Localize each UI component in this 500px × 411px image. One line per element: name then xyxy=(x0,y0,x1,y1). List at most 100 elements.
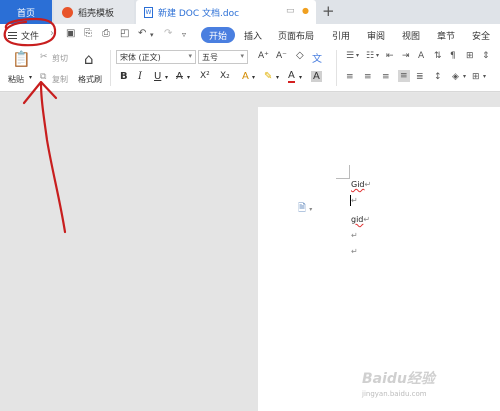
tab-bar: 首页 稻壳模板 W 新建 DOC 文档.doc ▭ ● + xyxy=(0,0,500,24)
copy-label[interactable]: 复制 xyxy=(52,74,68,85)
export-pdf-icon[interactable]: ⎘ xyxy=(84,28,92,39)
watermark-brand: Baidu经验 xyxy=(362,371,435,387)
strikethrough-dropdown-icon[interactable]: ▾ xyxy=(187,74,190,81)
font-color-button[interactable]: A xyxy=(288,71,295,83)
table-icon[interactable]: ⊞ xyxy=(466,51,474,61)
redo-icon[interactable]: ↷ xyxy=(164,28,172,39)
doc-line-4[interactable]: ↵ xyxy=(351,231,358,240)
subscript-button[interactable]: X₂ xyxy=(220,71,230,81)
file-menu-label: 文件 xyxy=(21,31,40,42)
paste-dropdown-icon[interactable]: ▾ xyxy=(29,74,32,81)
font-name-select[interactable]: 宋体 (正文) ▾ xyxy=(116,50,196,64)
strikethrough-button[interactable]: A xyxy=(176,71,183,82)
tab-home[interactable]: 首页 xyxy=(0,0,52,24)
paragraph-spacing-icon[interactable]: ↕ xyxy=(434,72,442,82)
align-center-icon[interactable]: ≡ xyxy=(364,72,372,82)
paste-icon[interactable]: 📋 xyxy=(12,50,31,68)
doc-line-2[interactable]: ↵ xyxy=(351,196,358,205)
tab-document[interactable]: W 新建 DOC 文档.doc ▭ ● xyxy=(136,0,316,24)
scissors-icon[interactable]: ✂ xyxy=(40,52,48,62)
underline-button[interactable]: U xyxy=(154,71,161,82)
chevron-right-icon[interactable]: › xyxy=(50,28,54,39)
watermark-url: jingyan.baidu.com xyxy=(362,390,427,398)
paragraph-mark: ↵ xyxy=(363,215,371,224)
monitor-icon[interactable]: ▭ xyxy=(286,6,295,16)
menu-security[interactable]: 安全 xyxy=(472,29,490,42)
chinese-layout-icon[interactable]: A xyxy=(418,51,424,61)
menu-start-label: 开始 xyxy=(208,31,227,42)
font-size-value: 五号 xyxy=(202,53,218,62)
menu-view[interactable]: 视图 xyxy=(402,29,420,42)
grow-font-button[interactable]: A⁺ xyxy=(258,51,269,61)
undo-icon[interactable]: ↶ xyxy=(138,28,146,39)
bullet-dropdown-icon[interactable]: ▾ xyxy=(356,52,359,59)
menu-insert[interactable]: 插入 xyxy=(244,29,262,42)
justify-icon[interactable]: ≡ xyxy=(398,70,410,82)
print-icon[interactable]: ⎙ xyxy=(102,28,110,39)
font-color-dropdown-icon[interactable]: ▾ xyxy=(299,74,302,81)
cut-label[interactable]: 剪切 xyxy=(52,53,68,64)
font-size-select[interactable]: 五号 ▾ xyxy=(198,50,248,64)
doc-line-1[interactable]: Gid↵ xyxy=(351,180,371,189)
paragraph-mark: ↵ xyxy=(364,180,372,189)
new-tab-button[interactable]: + xyxy=(322,2,335,20)
shading-icon[interactable]: ◈ xyxy=(452,72,459,82)
plus-icon: + xyxy=(322,2,335,20)
document-page[interactable]: Gid↵ ↵ gid↵ ↵ ↵ xyxy=(258,107,500,411)
superscript-button[interactable]: X² xyxy=(200,71,210,81)
numbered-dropdown-icon[interactable]: ▾ xyxy=(376,52,379,59)
shading-dropdown-icon[interactable]: ▾ xyxy=(463,73,466,80)
menu-chapter[interactable]: 章节 xyxy=(437,29,455,42)
paragraph-layout-icon[interactable]: 🗎 ▾ xyxy=(298,201,312,218)
underline-dropdown-icon[interactable]: ▾ xyxy=(165,74,168,81)
undo-dropdown-icon[interactable]: ▾ xyxy=(150,31,154,39)
decrease-indent-icon[interactable]: ⇤ xyxy=(386,51,394,61)
document-workspace: Gid↵ ↵ gid↵ ↵ ↵ 🗎 ▾ xyxy=(0,93,500,411)
line-spacing-icon[interactable]: ⇕ xyxy=(482,51,490,61)
format-painter-icon[interactable]: ⌂ xyxy=(84,50,94,68)
sort-icon[interactable]: ⇅ xyxy=(434,51,442,61)
pinyin-guide-icon[interactable]: 文 xyxy=(312,50,322,65)
paste-label[interactable]: 粘贴 xyxy=(8,74,24,85)
ribbon-divider xyxy=(336,50,337,86)
tab-templates-label: 稻壳模板 xyxy=(78,8,115,19)
text-effect-button[interactable]: A xyxy=(242,71,249,82)
char-shading-button[interactable]: A xyxy=(311,71,322,82)
margin-corner-marker xyxy=(336,165,350,179)
shrink-font-button[interactable]: A⁻ xyxy=(276,51,287,61)
italic-button[interactable]: I xyxy=(138,71,142,82)
doc-line-5[interactable]: ↵ xyxy=(351,247,358,256)
menu-bar: 文件 › ▣ ⎘ ⎙ ◰ ↶ ▾ ↷ ▿ 开始 插入 页面布局 引用 审阅 视图… xyxy=(0,24,500,46)
highlight-icon[interactable]: ✎ xyxy=(264,71,272,82)
highlight-dropdown-icon[interactable]: ▾ xyxy=(276,74,279,81)
bullet-list-icon[interactable]: ☰ xyxy=(346,51,354,61)
increase-indent-icon[interactable]: ⇥ xyxy=(402,51,410,61)
menu-page-layout[interactable]: 页面布局 xyxy=(278,29,314,42)
copy-icon[interactable]: ⧉ xyxy=(40,72,46,82)
unsaved-dot-icon: ● xyxy=(302,6,309,15)
menu-review[interactable]: 审阅 xyxy=(367,29,385,42)
distribute-icon[interactable]: ≣ xyxy=(416,72,424,82)
format-painter-label[interactable]: 格式刷 xyxy=(78,74,102,85)
text-effect-dropdown-icon[interactable]: ▾ xyxy=(252,74,255,81)
borders-dropdown-icon[interactable]: ▾ xyxy=(483,73,486,80)
bold-button[interactable]: B xyxy=(120,71,128,82)
chevron-down-icon: ▾ xyxy=(240,52,244,60)
customize-dropdown-icon[interactable]: ▿ xyxy=(182,30,186,39)
print-preview-icon[interactable]: ◰ xyxy=(120,28,129,39)
save-icon[interactable]: ▣ xyxy=(66,28,75,39)
baidu-watermark: Baidu经验 jingyan.baidu.com xyxy=(362,368,494,404)
borders-icon[interactable]: ⊞ xyxy=(472,72,480,82)
doc-line-3[interactable]: gid↵ xyxy=(351,215,370,224)
align-right-icon[interactable]: ≡ xyxy=(382,72,390,82)
menu-start[interactable]: 开始 xyxy=(201,27,235,43)
numbered-list-icon[interactable]: ☷ xyxy=(366,51,374,61)
menu-references[interactable]: 引用 xyxy=(332,29,350,42)
paragraph-mark: ↵ xyxy=(351,196,358,205)
align-left-icon[interactable]: ≡ xyxy=(346,72,354,82)
clear-format-icon[interactable]: ◇ xyxy=(296,50,304,61)
docer-logo-icon xyxy=(62,6,73,18)
file-menu-button[interactable]: 文件 xyxy=(8,27,39,43)
show-marks-icon[interactable]: ¶ xyxy=(450,51,456,61)
tab-templates[interactable]: 稻壳模板 xyxy=(54,0,134,24)
